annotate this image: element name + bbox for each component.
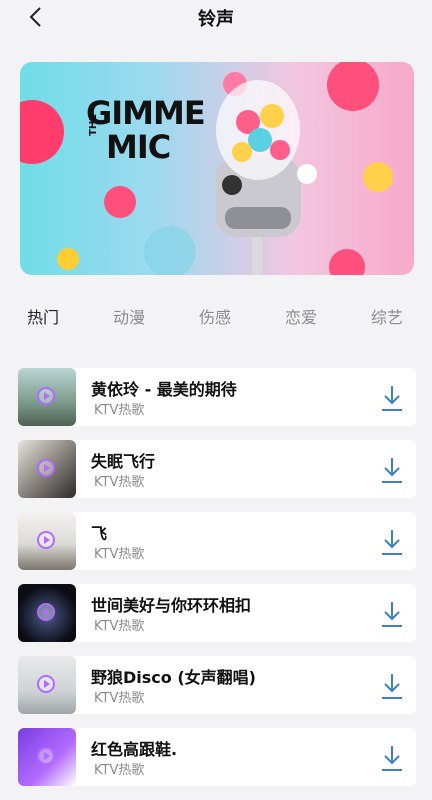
download-icon[interactable] xyxy=(380,672,404,700)
cover-image xyxy=(18,728,76,786)
song-title: 黄依玲 - 最美的期待 xyxy=(91,380,237,399)
song-subtitle: KTV热歌 xyxy=(94,547,145,562)
cover-image xyxy=(18,512,76,570)
download-icon[interactable] xyxy=(380,456,404,484)
cover-image xyxy=(18,656,76,714)
download-icon[interactable] xyxy=(380,600,404,628)
song-subtitle: KTV热歌 xyxy=(94,619,145,634)
list-item[interactable]: 黄依玲 - 最美的期待 KTV热歌 xyxy=(18,368,416,426)
song-subtitle: KTV热歌 xyxy=(94,691,145,706)
list-item[interactable]: 红色高跟鞋. KTV热歌 xyxy=(18,728,416,786)
banner-line1: GIMME xyxy=(86,94,206,132)
tab-hot[interactable]: 热门 xyxy=(27,304,59,328)
cover-image xyxy=(18,584,76,642)
banner-line2: MIC xyxy=(106,128,171,166)
song-subtitle: KTV热歌 xyxy=(94,763,145,778)
cover-image xyxy=(18,368,76,426)
play-icon[interactable] xyxy=(37,459,55,477)
play-icon[interactable] xyxy=(37,387,55,405)
list-item[interactable]: 世间美好与你环环相扣 KTV热歌 xyxy=(18,584,416,642)
song-title: 红色高跟鞋. xyxy=(91,740,178,759)
tab-love[interactable]: 恋爱 xyxy=(285,304,317,328)
list-item[interactable]: 野狼Disco (女声翻唱) KTV热歌 xyxy=(18,656,416,714)
list-item[interactable]: 失眠飞行 KTV热歌 xyxy=(18,440,416,498)
tab-sad[interactable]: 伤感 xyxy=(199,304,231,328)
page-title: 铃声 xyxy=(198,9,234,30)
ringtone-list: 黄依玲 - 最美的期待 KTV热歌 失眠飞行 KTV热歌 飞 KTV热歌 世间美… xyxy=(18,368,416,800)
play-icon[interactable] xyxy=(37,531,55,549)
song-subtitle: KTV热歌 xyxy=(94,403,145,418)
header: 铃声 xyxy=(0,0,432,34)
song-title: 失眠飞行 xyxy=(91,452,156,471)
banner-title: GIMME THE MIC xyxy=(86,94,206,166)
song-title: 野狼Disco (女声翻唱) xyxy=(91,668,256,687)
play-icon[interactable] xyxy=(37,603,55,621)
play-icon[interactable] xyxy=(37,675,55,693)
download-icon[interactable] xyxy=(380,384,404,412)
song-title: 飞 xyxy=(91,524,108,543)
play-icon[interactable] xyxy=(37,747,55,765)
song-subtitle: KTV热歌 xyxy=(94,475,145,490)
download-icon[interactable] xyxy=(380,528,404,556)
list-item[interactable]: 飞 KTV热歌 xyxy=(18,512,416,570)
promo-banner[interactable]: GIMME THE MIC xyxy=(20,62,414,275)
category-tabs: 热门 动漫 伤感 恋爱 综艺 xyxy=(0,304,432,334)
tab-variety[interactable]: 综艺 xyxy=(371,304,403,328)
cover-image xyxy=(18,440,76,498)
song-title: 世间美好与你环环相扣 xyxy=(91,596,252,615)
banner-the: THE xyxy=(88,113,99,136)
tab-anime[interactable]: 动漫 xyxy=(113,304,145,328)
banner-decoration xyxy=(20,62,393,275)
